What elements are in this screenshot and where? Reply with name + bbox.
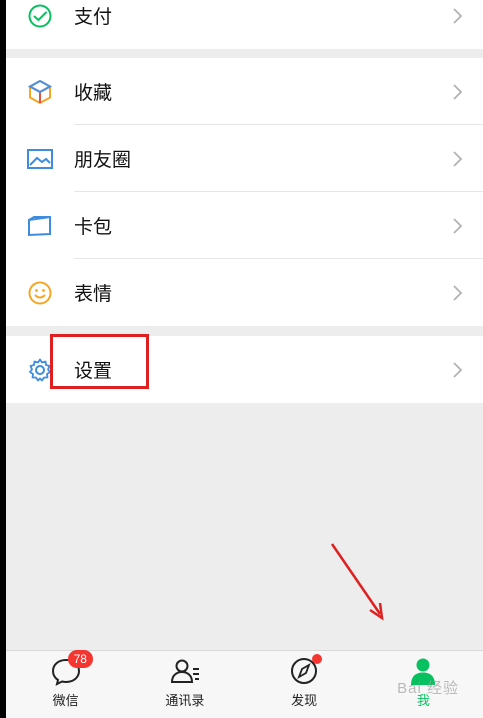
menu-item-label: 表情	[74, 283, 113, 305]
unread-badge: 78	[67, 650, 93, 668]
chevron-right-icon	[453, 83, 463, 100]
chevron-right-icon	[453, 7, 463, 24]
tab-discover[interactable]: 发现	[245, 651, 364, 718]
moments-photo-icon	[26, 145, 54, 173]
tab-label: 发现	[291, 694, 318, 709]
tab-label: 通讯录	[165, 694, 205, 709]
menu-item-card-wallet[interactable]: 卡包	[6, 192, 483, 259]
chevron-right-icon	[453, 361, 463, 378]
tab-label: 微信	[52, 694, 79, 709]
card-wallet-icon	[26, 212, 54, 240]
menu-item-favorites[interactable]: 收藏	[6, 58, 483, 125]
menu-group-main: 收藏 朋友圈 卡包 表情	[6, 58, 483, 326]
compass-icon	[288, 654, 323, 686]
chevron-right-icon	[453, 217, 463, 234]
menu-item-moments[interactable]: 朋友圈	[6, 125, 483, 192]
menu-group-pay: 支付	[6, 0, 483, 49]
menu-item-label: 朋友圈	[74, 149, 132, 171]
menu-item-label: 卡包	[74, 216, 113, 238]
smiley-icon	[26, 279, 54, 307]
tab-contacts[interactable]: 通讯录	[125, 651, 244, 718]
watermark-text: Bai 经验	[397, 680, 459, 697]
menu-item-pay[interactable]: 支付	[6, 0, 483, 49]
notification-dot	[312, 654, 323, 664]
menu-item-stickers[interactable]: 表情	[6, 259, 483, 326]
contacts-person-icon	[169, 656, 201, 686]
menu-item-label: 支付	[74, 6, 113, 28]
favorites-cube-icon	[26, 78, 54, 106]
annotation-arrow	[330, 543, 384, 621]
settings-highlight-box	[50, 334, 149, 389]
menu-item-label: 收藏	[74, 82, 113, 104]
wallet-check-icon	[26, 2, 54, 30]
chevron-right-icon	[453, 284, 463, 301]
chevron-right-icon	[453, 150, 463, 167]
tab-chats[interactable]: 78 微信	[6, 650, 125, 718]
chat-bubble-icon: 78	[50, 650, 93, 686]
